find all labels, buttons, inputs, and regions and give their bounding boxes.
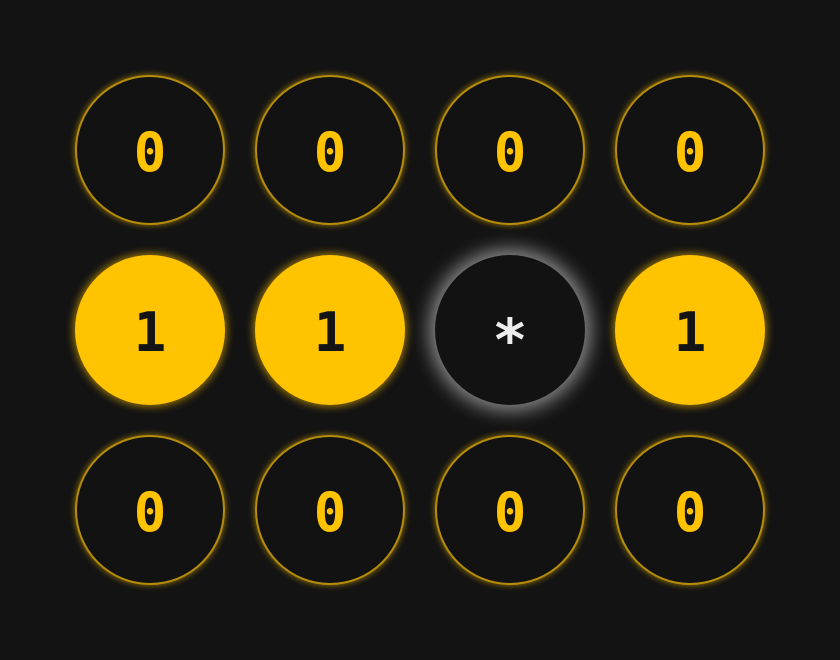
cell-value: 1 xyxy=(133,301,167,364)
cell-value: 0 xyxy=(673,481,707,544)
cell-value: 1 xyxy=(313,301,347,364)
cell-r0-c3[interactable]: 0 xyxy=(615,75,765,225)
cell-value: 0 xyxy=(493,121,527,184)
cell-value: 1 xyxy=(673,301,707,364)
cell-r0-c0[interactable]: 0 xyxy=(75,75,225,225)
cell-r2-c2[interactable]: 0 xyxy=(435,435,585,585)
cell-r1-c1[interactable]: 1 xyxy=(255,255,405,405)
cell-r2-c0[interactable]: 0 xyxy=(75,435,225,585)
cell-r1-c0[interactable]: 1 xyxy=(75,255,225,405)
cell-value: 0 xyxy=(493,481,527,544)
cell-value: 0 xyxy=(313,481,347,544)
cell-r2-c1[interactable]: 0 xyxy=(255,435,405,585)
cell-r1-c2-cursor[interactable]: * xyxy=(435,255,585,405)
cell-value: 0 xyxy=(673,121,707,184)
cell-r0-c1[interactable]: 0 xyxy=(255,75,405,225)
cell-value: 0 xyxy=(313,121,347,184)
cell-value: 0 xyxy=(133,481,167,544)
cell-value: 0 xyxy=(133,121,167,184)
game-board: 0 0 0 0 1 1 * 1 0 0 0 0 xyxy=(75,75,765,585)
cell-r1-c3[interactable]: 1 xyxy=(615,255,765,405)
cell-r2-c3[interactable]: 0 xyxy=(615,435,765,585)
cursor-asterisk: * xyxy=(492,306,528,374)
cell-r0-c2[interactable]: 0 xyxy=(435,75,585,225)
